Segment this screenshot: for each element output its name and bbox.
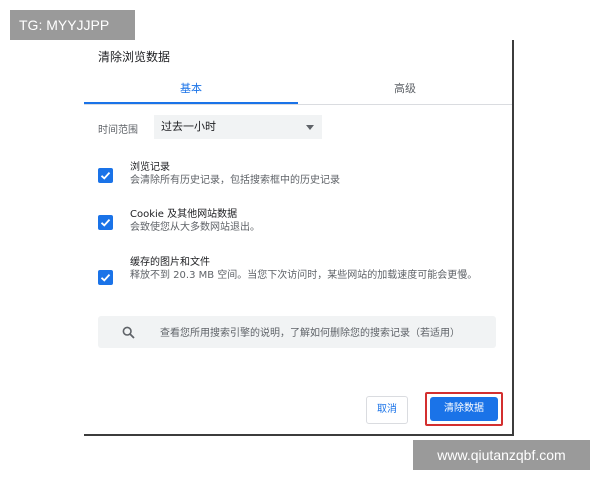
- cache-checkbox[interactable]: [98, 270, 113, 285]
- time-range-value: 过去一小时: [161, 120, 216, 133]
- tab-divider: [84, 104, 512, 105]
- search-icon: [122, 326, 135, 339]
- search-engine-info-link[interactable]: 查看您所用搜索引擎的说明，了解如何删除您的搜索记录（若适用）: [160, 324, 460, 339]
- checkmark-icon: [100, 218, 111, 227]
- browsing-history-checkbox[interactable]: [98, 168, 113, 183]
- option-description: 释放不到 20.3 MB 空间。当您下次访问时，某些网站的加载速度可能会更慢。: [130, 270, 478, 281]
- clear-data-button[interactable]: 清除数据: [430, 397, 498, 421]
- chevron-down-icon: [306, 125, 314, 130]
- option-description: 会清除所有历史记录，包括搜索框中的历史记录: [130, 175, 340, 186]
- cancel-button[interactable]: 取消: [366, 396, 408, 424]
- cookies-checkbox[interactable]: [98, 215, 113, 230]
- watermark-bottom-right: www.qiutanzqbf.com: [413, 440, 590, 470]
- clear-browsing-data-dialog: 清除浏览数据 基本 高级 时间范围 过去一小时 浏览记录 会清除所有历史记录，包…: [84, 40, 514, 436]
- checkmark-icon: [100, 273, 111, 282]
- tab-advanced[interactable]: 高级: [298, 76, 512, 102]
- watermark-top-left: TG: MYYJJPP: [10, 10, 135, 40]
- checkmark-icon: [100, 171, 111, 180]
- option-title: 缓存的图片和文件: [130, 257, 210, 268]
- tab-basic[interactable]: 基本: [84, 76, 298, 102]
- time-range-label: 时间范围: [98, 125, 138, 136]
- option-title: 浏览记录: [130, 162, 170, 173]
- option-title: Cookie 及其他网站数据: [130, 209, 238, 220]
- search-engine-info-row[interactable]: 查看您所用搜索引擎的说明，了解如何删除您的搜索记录（若适用）: [98, 316, 496, 348]
- option-description: 会致使您从大多数网站退出。: [130, 222, 260, 233]
- dialog-title: 清除浏览数据: [98, 50, 171, 64]
- time-range-select[interactable]: 过去一小时: [154, 115, 322, 139]
